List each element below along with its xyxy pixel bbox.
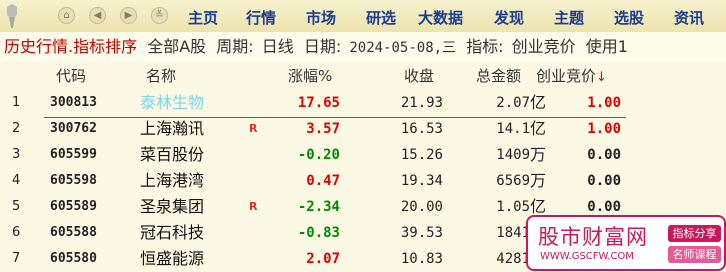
close-price: 21.93 [400,95,443,111]
close-price: 10.83 [400,251,443,267]
margin-flag: R [249,200,258,213]
menu-item-discover[interactable]: 发现 [494,7,524,28]
change-pct: 0.47 [306,173,340,189]
date-label: 日期: [303,37,342,56]
row-index: 2 [12,121,21,136]
row-index: 4 [12,173,21,188]
stock-code: 605598 [50,173,97,188]
total-amount: 1409 [496,147,530,163]
table-row[interactable]: 2 300762 上海瀚讯 R 3.57 16.53 14.1 亿 1.00 [0,116,726,142]
indicator-value: 1.00 [587,95,621,111]
date-value[interactable]: 2024-05-08,三 [349,33,456,62]
total-amount: 4281 [496,251,530,267]
indicator-value: 0.00 [587,173,621,189]
col-close[interactable]: 收盘 [404,62,434,90]
amount-unit: 万 [530,145,547,164]
col-name[interactable]: 名称 [146,62,176,90]
amount-unit: 万 [530,171,547,190]
col-code[interactable]: 代码 [56,62,86,90]
stock-code: 300762 [50,121,97,136]
col-change[interactable]: 涨幅% [288,62,332,90]
menu-item-market[interactable]: 市场 [306,7,336,28]
indicator-value: 1.00 [587,121,621,137]
table-header: 代码 名称 涨幅% 收盘 总金额 创业竞价↓ [0,62,726,90]
change-pct: 3.57 [306,121,340,137]
stock-name: 上海瀚讯 [140,119,205,138]
close-price: 16.53 [400,121,443,137]
row-index: 7 [12,251,21,266]
table-row[interactable]: 3 605599 菜百股份 -0.20 15.26 1409 万 0.00 [0,142,726,168]
amount-unit: 亿 [530,119,547,138]
usage-text: 使用1 [585,37,628,56]
indicator-value: 0.00 [587,147,621,163]
query-info-bar: 历史行情.指标排序 全部A股 周期: 日线 日期: 2024-05-08,三 指… [0,32,726,62]
margin-flag: R [249,122,258,135]
col-indicator-label: 创业竞价 [536,67,597,85]
menu-item-stock-picking[interactable]: 选股 [614,7,644,28]
change-pct: -0.20 [297,147,340,163]
sort-desc-icon: ↓ [596,70,607,85]
menu-item-quotes[interactable]: 行情 [246,7,276,28]
market-scope[interactable]: 全部A股 [147,32,206,62]
change-pct: -0.83 [297,225,340,241]
row-index: 5 [12,199,21,214]
menu-item-topics[interactable]: 主题 [554,7,584,28]
stock-code: 605599 [50,147,97,162]
menu-item-research[interactable]: 研选 [366,7,396,28]
amount-unit: 亿 [530,93,547,112]
total-amount: 14.1 [496,121,530,137]
stock-name: 圣泉集团 [140,197,205,216]
stock-name: 菜百股份 [140,145,205,164]
home-icon[interactable]: ⌂ [58,7,75,24]
col-amount[interactable]: 总金额 [476,62,521,90]
row-index: 6 [12,225,21,240]
close-price: 20.00 [400,199,443,215]
stock-code: 605580 [50,251,97,266]
watermark-tag-course: 名师课程 [668,246,721,263]
stock-name: 恒盛能源 [140,249,205,268]
watermark-banner: 股市财富网 WWW.GSCFW.COM 指标分享 名师课程 [526,215,726,271]
period-label: 周期: [216,37,254,56]
stock-code: 605589 [50,199,97,214]
menu-item-bigdata[interactable]: 大数据 [418,7,463,28]
stock-code: 300813 [50,95,97,110]
forward-icon[interactable]: ▶ [120,7,137,24]
indicator-value[interactable]: 创业竞价 [512,32,576,62]
total-amount: 1841 [496,225,530,241]
total-amount: 2.07 [496,95,530,111]
table-row[interactable]: 4 605598 上海港湾 0.47 19.34 6569 万 0.00 [0,168,726,194]
change-pct: 17.65 [297,95,340,111]
row-index: 3 [12,147,21,162]
close-price: 19.34 [400,173,443,189]
change-pct: 2.07 [306,251,340,267]
watermark-title: 股市财富网 [538,225,648,249]
menu-item-home[interactable]: 主页 [188,7,218,28]
selected-row-underline [44,117,626,118]
back-icon[interactable]: ◀ [89,7,106,24]
total-amount: 6569 [496,173,530,189]
stock-code: 605588 [50,225,97,240]
period-value[interactable]: 日线 [262,32,294,62]
col-indicator[interactable]: 创业竞价↓ [536,62,607,92]
page-title: 历史行情.指标排序 [4,37,138,56]
menu-item-news[interactable]: 资讯 [674,7,704,28]
indicator-label: 指标: [466,37,504,56]
top-toolbar: ⌂ ◀ ▶ ≚ 主页 行情 市场 研选 大数据 发现 主题 选股 资讯 [0,0,726,33]
watermark-tag-share: 指标分享 [668,225,721,242]
table-row[interactable]: 1 300813 泰林生物 17.65 21.93 2.07 亿 1.00 [0,90,726,116]
row-index: 1 [12,95,21,110]
dropdown-icon[interactable]: ≚ [151,7,168,24]
app-logo-icon [3,3,21,29]
watermark-url: WWW.GSCFW.COM [540,251,634,262]
close-price: 15.26 [400,147,443,163]
total-amount: 1.05 [496,199,530,215]
stock-name: 冠石科技 [140,223,205,242]
stock-name: 泰林生物 [140,93,205,112]
stock-name: 上海港湾 [140,171,205,190]
close-price: 39.53 [400,225,443,241]
change-pct: -2.34 [297,199,340,215]
